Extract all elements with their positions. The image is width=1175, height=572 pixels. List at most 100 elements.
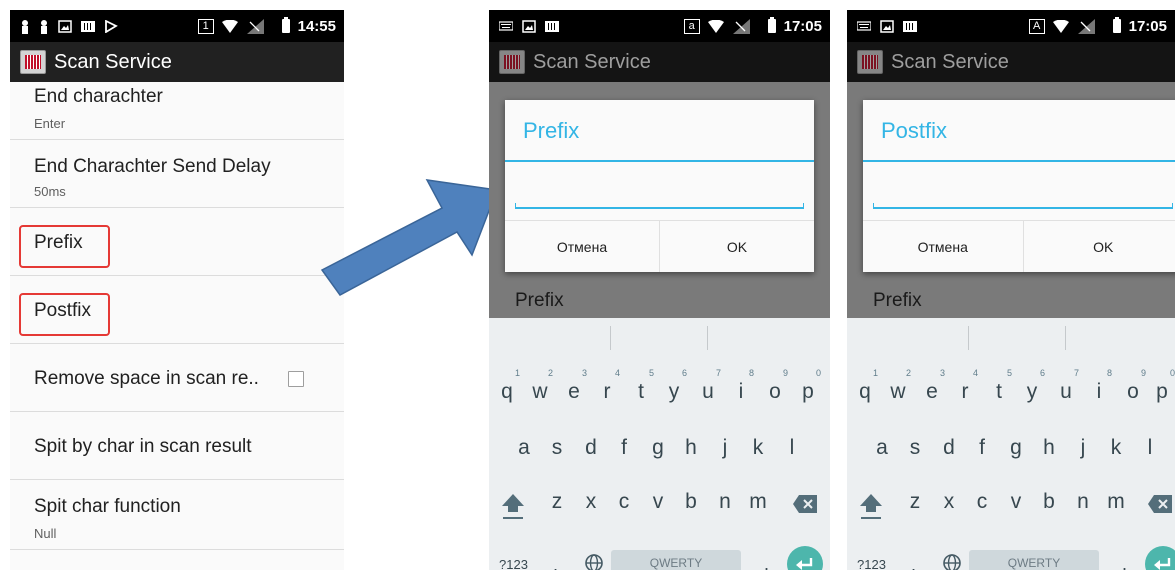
key[interactable]: 9o	[1118, 368, 1148, 404]
key[interactable]: 8i	[1084, 368, 1114, 404]
setting-end-character[interactable]: End charachter Enter	[10, 82, 344, 140]
suggestion-strip	[847, 318, 1175, 358]
key[interactable]: n	[710, 490, 740, 514]
postfix-dialog: Postfix Отмена OK	[863, 100, 1175, 272]
globe-icon[interactable]	[584, 553, 604, 570]
key[interactable]: x	[576, 490, 606, 514]
key[interactable]: c	[967, 490, 997, 514]
space-key[interactable]: QWERTY	[969, 550, 1099, 570]
key[interactable]: b	[676, 490, 706, 514]
backspace-icon[interactable]	[792, 494, 818, 514]
setting-title: End charachter	[34, 86, 163, 107]
key[interactable]: v	[643, 490, 673, 514]
symbols-key[interactable]: ?123	[499, 557, 528, 570]
key[interactable]: a	[867, 436, 897, 460]
postfix-dialog-screen: A 17:05 Scan Service Prefix Postfix Отме…	[847, 10, 1175, 570]
dialog-title-divider	[863, 160, 1175, 162]
key[interactable]: d	[934, 436, 964, 460]
key[interactable]: 4r	[592, 368, 622, 404]
globe-icon[interactable]	[942, 553, 962, 570]
status-bar: 1 14:55	[10, 10, 344, 42]
scanner-app-icon	[499, 50, 525, 74]
key[interactable]: 7u	[1051, 368, 1081, 404]
ok-button[interactable]: OK	[1022, 221, 1175, 272]
key[interactable]: 2w	[883, 368, 913, 404]
key[interactable]: l	[777, 436, 807, 460]
remove-space-checkbox[interactable]	[288, 371, 304, 387]
key[interactable]: l	[1135, 436, 1165, 460]
shift-icon[interactable]	[501, 492, 525, 520]
scanner-app-icon	[20, 50, 46, 74]
key[interactable]: 0p	[793, 368, 823, 404]
dialog-buttons: Отмена OK	[505, 220, 814, 272]
key[interactable]: 9o	[760, 368, 790, 404]
key[interactable]: h	[1034, 436, 1064, 460]
key[interactable]: 1q	[492, 368, 522, 404]
shift-icon[interactable]	[859, 492, 883, 520]
key[interactable]: v	[1001, 490, 1031, 514]
key[interactable]: m	[743, 490, 773, 514]
comma-key[interactable]: ,	[911, 555, 916, 570]
key[interactable]: h	[676, 436, 706, 460]
cancel-button[interactable]: Отмена	[505, 221, 659, 272]
keyboard-row-2: a s d f g h j k l	[847, 436, 1175, 490]
prefix-input[interactable]	[515, 203, 804, 209]
key[interactable]: g	[643, 436, 673, 460]
setting-split-by-char[interactable]: Spit by char in scan result	[10, 412, 344, 480]
key[interactable]: 6y	[659, 368, 689, 404]
cancel-button[interactable]: Отмена	[863, 221, 1023, 272]
soft-keyboard: 1q 2w 3e 4r 5t 6y 7u 8i 9o 0p a s d f g …	[847, 318, 1175, 570]
app-title: Scan Service	[533, 50, 651, 73]
dialog-title-divider	[505, 160, 814, 162]
key[interactable]: c	[609, 490, 639, 514]
status-bar: A 17:05	[847, 10, 1175, 42]
key[interactable]: 6y	[1017, 368, 1047, 404]
key[interactable]: 0p	[1147, 368, 1175, 404]
key[interactable]: 2w	[525, 368, 555, 404]
key[interactable]: k	[1101, 436, 1131, 460]
key[interactable]: d	[576, 436, 606, 460]
key[interactable]: k	[743, 436, 773, 460]
flow-arrow	[320, 179, 499, 296]
keyboard-row-4: ?123 , QWERTY .	[847, 542, 1175, 570]
key[interactable]: m	[1101, 490, 1131, 514]
key[interactable]: 5t	[984, 368, 1014, 404]
key[interactable]: 4r	[950, 368, 980, 404]
status-time: 17:05	[1128, 17, 1167, 35]
symbols-key[interactable]: ?123	[857, 557, 886, 570]
backspace-icon[interactable]	[1147, 494, 1173, 514]
key[interactable]: 8i	[726, 368, 756, 404]
key[interactable]: z	[542, 490, 572, 514]
key[interactable]: f	[609, 436, 639, 460]
key[interactable]: n	[1068, 490, 1098, 514]
key[interactable]: j	[1068, 436, 1098, 460]
key[interactable]: x	[934, 490, 964, 514]
key[interactable]: 1q	[850, 368, 880, 404]
key[interactable]: 3e	[917, 368, 947, 404]
key[interactable]: 3e	[559, 368, 589, 404]
period-key[interactable]: .	[764, 554, 769, 570]
key[interactable]: j	[710, 436, 740, 460]
setting-split-char-function[interactable]: Spit char function Null	[10, 480, 344, 550]
setting-title: Spit by char in scan result	[34, 436, 252, 457]
enter-key[interactable]	[787, 546, 823, 570]
key[interactable]: s	[900, 436, 930, 460]
key[interactable]: 5t	[626, 368, 656, 404]
period-key[interactable]: .	[1122, 554, 1127, 570]
ok-button[interactable]: OK	[659, 221, 814, 272]
key[interactable]: s	[542, 436, 572, 460]
postfix-input[interactable]	[873, 203, 1173, 209]
scanner-app-icon	[857, 50, 883, 74]
key[interactable]: z	[900, 490, 930, 514]
key[interactable]: b	[1034, 490, 1064, 514]
setting-value: Enter	[34, 116, 66, 131]
space-key[interactable]: QWERTY	[611, 550, 741, 570]
enter-key[interactable]	[1145, 546, 1175, 570]
comma-key[interactable]: ,	[553, 555, 558, 570]
key[interactable]: 7u	[693, 368, 723, 404]
setting-remove-space[interactable]: Remove space in scan re..	[10, 344, 344, 412]
key[interactable]: g	[1001, 436, 1031, 460]
setting-end-character-send-delay[interactable]: End Charachter Send Delay 50ms	[10, 140, 344, 208]
key[interactable]: f	[967, 436, 997, 460]
key[interactable]: a	[509, 436, 539, 460]
